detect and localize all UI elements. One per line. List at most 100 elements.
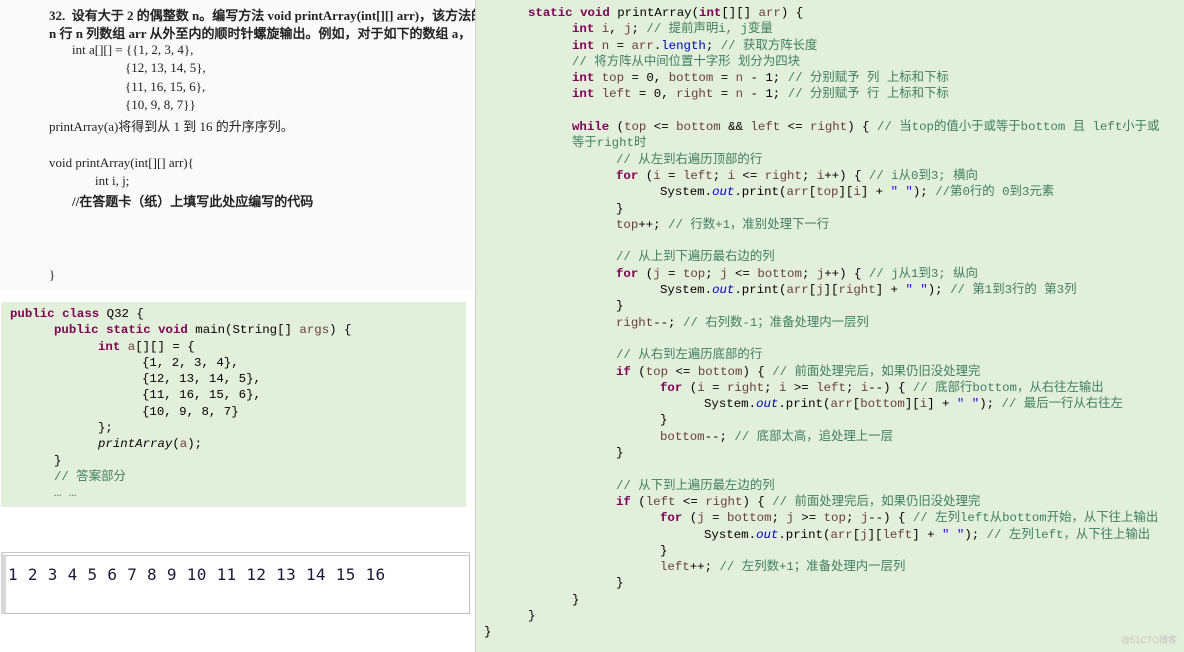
code-token: left [645, 494, 676, 509]
code-token: top [624, 120, 647, 135]
code-token: left [660, 560, 690, 575]
code-line: System.out.print(arr[j][left] + " "); //… [484, 527, 1159, 543]
code-token: // 左列left从bottom开始，从下往上输出 [912, 511, 1159, 526]
code-line: // 从下到上遍历最左边的列 [484, 478, 1159, 494]
code-token: // 分别赋予 行 上标和下标 [787, 87, 949, 102]
code-line: int a[][] = { [10, 339, 351, 355]
question-array-line: int a[][] = {{1, 2, 3, 4}, [72, 42, 194, 57]
question-text-line: n 行 n 列数组 arr 从外至内的顺时针螺旋输出。例如，对于如下的数组 a， [49, 26, 472, 41]
code-line: {11, 16, 15, 6}, [10, 387, 351, 403]
code-token: // 从右到左遍历底部的行 [616, 348, 763, 363]
code-token: ; [764, 380, 779, 395]
code-token: // 从下到上遍历最左边的列 [616, 478, 775, 493]
code-token: left [601, 87, 632, 102]
code-token: System. [484, 397, 757, 412]
code-token: // 前面处理完后，如果仍旧没处理完 [772, 364, 981, 379]
code-token: top [682, 266, 706, 281]
code-token: .print( [778, 527, 831, 542]
code-token: // 分别赋予 列 上标和下标 [787, 71, 949, 86]
code-token: j [624, 22, 632, 37]
code-token: // i从0到3; 横向 [868, 168, 978, 183]
code-token: --; [704, 429, 735, 444]
code-line: left++; // 左列数+1；准备处理内一层列 [484, 559, 1159, 575]
code-token: // 左列left，从下往上输出 [986, 527, 1151, 542]
code-line: }; [10, 420, 351, 436]
code-token: // 行数+1，准别处理下一行 [668, 217, 830, 232]
code-token: = 0, [624, 71, 669, 86]
code-token: static [528, 6, 573, 20]
code-token: .print( [778, 397, 831, 412]
code-token: // 前面处理完后，如果仍旧没处理完 [772, 494, 981, 509]
code-token: i [853, 185, 861, 200]
code-token: ] + [912, 527, 942, 542]
code-token: int [572, 87, 595, 102]
code-token: printArray [98, 437, 173, 452]
code-token: --) { [868, 380, 913, 395]
code-line: // 从右到左遍历底部的行 [484, 347, 1159, 363]
code-line: {10, 9, 8, 7} [10, 404, 351, 420]
code-token: ) { [742, 494, 773, 509]
code-token: // 右列数-1；准备处理内一层列 [682, 315, 869, 330]
code-token: ( [682, 380, 698, 395]
code-line: } [484, 298, 1159, 314]
code-token: while [572, 120, 610, 135]
code-line: 等于right时 [484, 135, 1159, 151]
code-token: ; [705, 266, 721, 281]
code-token: ); [927, 283, 951, 298]
code-token: right [616, 315, 654, 330]
code-token: top [823, 511, 846, 526]
code-token: ( [172, 437, 180, 452]
code-token: out [756, 397, 779, 412]
code-token: out [756, 527, 779, 542]
code-token: j [786, 511, 794, 526]
code-token: ) { [847, 120, 877, 135]
question-code-line: int i, j; [95, 173, 130, 188]
code-token: // 答案部分 [54, 469, 126, 484]
code-token: ( [682, 511, 698, 526]
code-token: = [704, 380, 727, 395]
code-token: } [484, 543, 668, 558]
code-line: } [484, 608, 1159, 624]
code-token: void [580, 6, 610, 20]
code-token: - 1; [743, 87, 788, 102]
code-token: --) { [868, 511, 913, 526]
code-token: right [705, 494, 743, 509]
code-token: " " [890, 185, 913, 200]
code-line: int left = 0, right = n - 1; // 分别赋予 行 上… [484, 86, 1159, 102]
code-token: } [484, 592, 580, 607]
code-line: for (i = left; i <= right; i++) { // i从0… [484, 168, 1159, 184]
code-token: left [750, 120, 781, 135]
code-token: ); [979, 397, 1002, 412]
code-line: bottom--; // 底部太高，追处理上一层 [484, 429, 1159, 445]
code-token: int [572, 22, 595, 37]
code-token: int [572, 71, 595, 86]
code-token: // 从上到下遍历最右边的列 [616, 250, 775, 265]
code-line: printArray(a); [10, 436, 351, 452]
code-token: <= [668, 364, 698, 379]
code-token: arr [830, 527, 853, 542]
code-token: <= [675, 494, 706, 509]
code-token: // 底部太高，追处理上一层 [734, 429, 893, 444]
code-token: = [660, 168, 683, 183]
code-token: for [660, 380, 683, 395]
code-token: {12, 13, 14, 5}, [10, 372, 261, 387]
code-line: } [484, 445, 1159, 461]
code-token: ++; [638, 217, 669, 232]
question-code-line: //在答题卡（纸）上填写此处应编写的代码 [72, 194, 314, 209]
code-token: && [720, 120, 751, 135]
code-token: bottom [660, 429, 705, 444]
code-token: ][ [823, 283, 839, 298]
